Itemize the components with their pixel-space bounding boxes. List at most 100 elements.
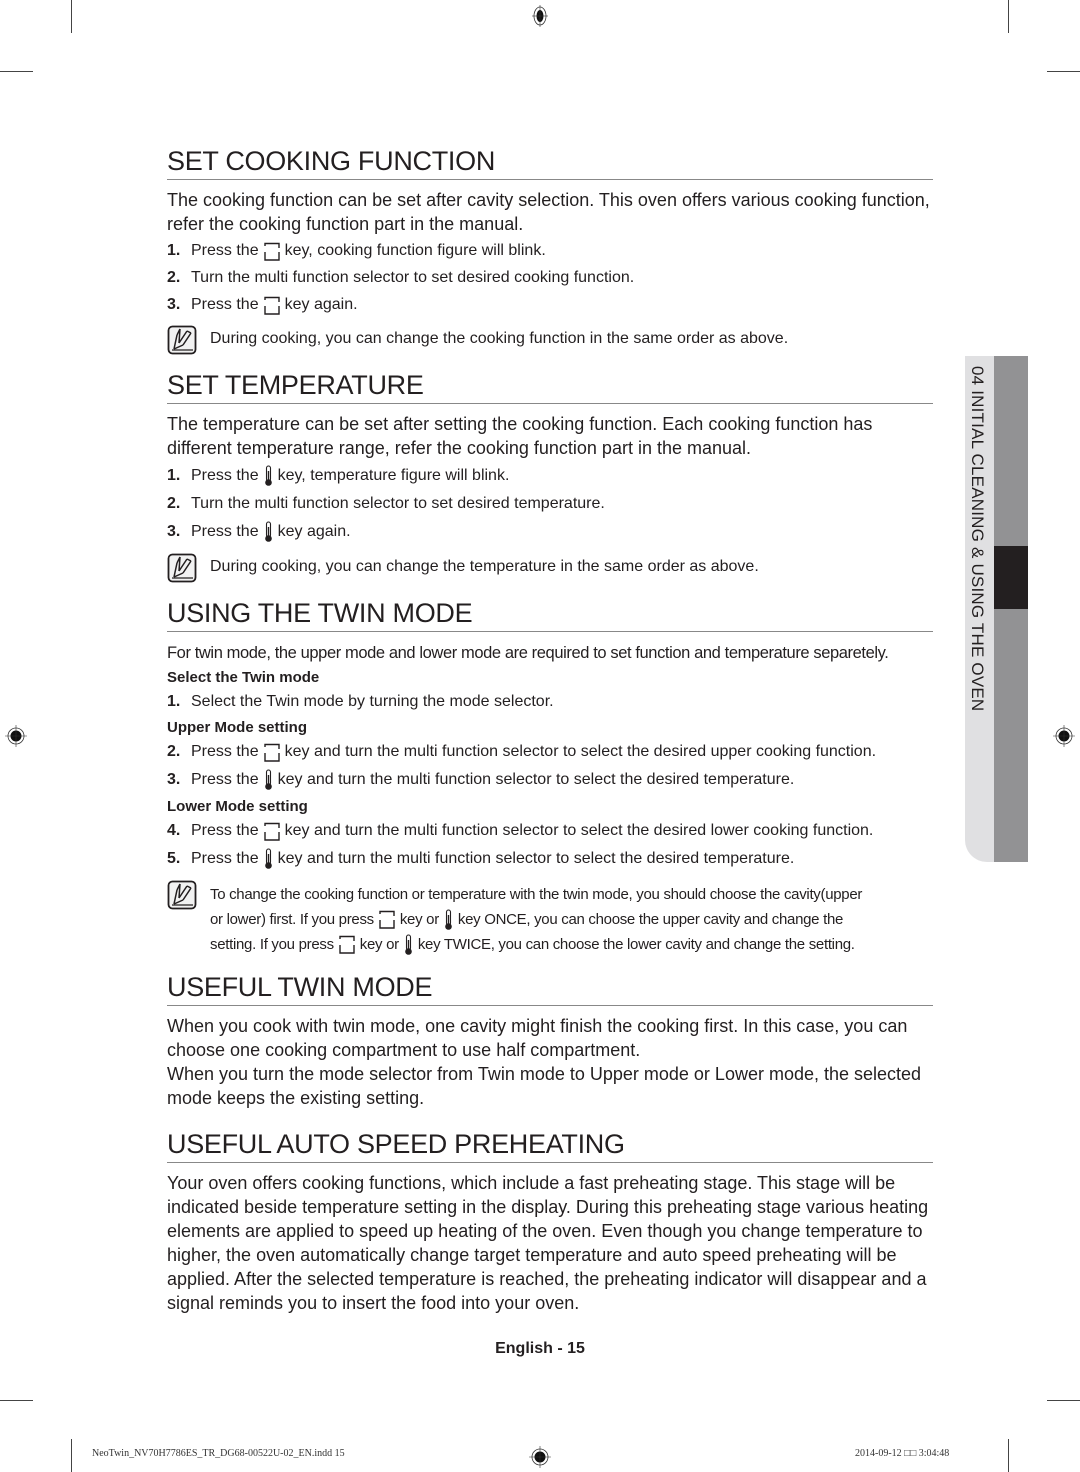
step-item: 5. Press the key and turn the multi funct… [167,848,933,870]
subheading: Select the Twin mode [167,669,320,686]
step-text: Press the [191,822,259,839]
step-text: Press the [191,242,259,259]
crop-mark [0,1400,33,1401]
step-item: 4. Press the key and turn the multi funct… [167,821,933,841]
crop-mark [0,71,33,72]
section-set-temperature: SET TEMPERATURE The temperature can be s… [167,369,933,583]
side-tab-dark-band [994,356,1028,862]
note-pencil-icon [167,880,197,910]
function-key-icon [263,743,281,762]
step-number: 5. [167,850,181,867]
note-line: or lower) first. If you press key or key O… [210,907,862,932]
function-key-icon [378,910,396,929]
step-text: key and turn the multi function selector… [277,850,795,867]
step-number: 2. [167,269,181,286]
crop-mark [1008,0,1009,33]
step-text: key again. [284,296,358,313]
step-text: key, temperature figure will blink. [277,467,510,484]
step-number: 3. [167,296,181,313]
note-text-segment: key or [359,936,399,953]
step-text: Press the [191,467,259,484]
step-number: 1. [167,467,181,484]
function-key-icon [263,242,281,261]
step-item: 2. Press the key and turn the multi funct… [167,742,933,762]
step-number: 1. [167,242,181,259]
chapter-label: 04 INITIAL CLEANING & USING THE OVEN [968,366,987,712]
registration-mark-icon [1053,725,1075,747]
note: During cooking, you can change the cooki… [167,325,933,355]
step-number: 2. [167,743,181,760]
step-text: key and turn the multi function selector… [284,822,874,839]
section-title: USEFUL AUTO SPEED PREHEATING [167,1128,933,1163]
note-text-segment: setting. If you press [210,936,334,953]
step-text: key, cooking function figure will blink. [284,242,546,259]
subheading: Lower Mode setting [167,798,308,815]
step-text: key again. [277,523,351,540]
thermometer-icon [443,908,454,931]
function-key-icon [338,935,356,954]
note-text: To change the cooking function or temper… [210,882,862,957]
section-title: SET TEMPERATURE [167,369,933,404]
subheading: Upper Mode setting [167,719,308,736]
note-text-segment: key ONCE, you can choose the upper cavit… [457,911,844,928]
side-tab-chapter-marker [994,546,1028,609]
note-text-segment: or lower) first. If you press [210,911,374,928]
section-intro: The cooking function can be set after ca… [167,190,930,234]
step-text: Turn the multi function selector to set … [191,269,635,286]
step-item: 2. Turn the multi function selector to s… [167,494,933,514]
step-item: 3. Press the key again. [167,295,933,315]
thermometer-icon [263,521,274,543]
thermometer-icon [263,769,274,791]
step-item: 2. Turn the multi function selector to s… [167,268,933,288]
section-useful-auto-speed-preheating: USEFUL AUTO SPEED PREHEATING Your oven o… [167,1128,933,1315]
registration-mark-icon [529,1446,551,1468]
step-text: Press the [191,743,259,760]
thermometer-icon [263,848,274,870]
section-title: USEFUL TWIN MODE [167,971,933,1006]
step-text: Press the [191,771,259,788]
step-number: 3. [167,771,181,788]
section-title: USING THE TWIN MODE [167,597,933,632]
crop-mark [71,0,72,33]
note-pencil-icon [167,553,197,583]
step-text: Turn the multi function selector to set … [191,495,605,512]
registration-mark-icon [532,5,548,27]
crop-mark [1047,71,1080,72]
note-text: During cooking, you can change the tempe… [210,558,759,575]
step-number: 1. [167,693,181,710]
note-text-segment: key TWICE, you can choose the lower cavi… [417,936,855,953]
note-pencil-icon [167,325,197,355]
note-text-segment: To change the cooking function or temper… [210,886,863,903]
page-number: English - 15 [495,1340,585,1357]
step-text: Select the Twin mode by turning the mode… [191,693,554,710]
note-line: To change the cooking function or temper… [210,882,862,907]
file-slug: NeoTwin_NV70H7786ES_TR_DG68-00522U-02_EN… [92,1448,345,1459]
page-content: SET COOKING FUNCTION The cooking functio… [167,145,933,1325]
section-set-cooking-function: SET COOKING FUNCTION The cooking functio… [167,145,933,355]
step-number: 2. [167,495,181,512]
step-item: 3. Press the key again. [167,521,933,543]
step-item: 1. Select the Twin mode by turning the m… [167,692,933,712]
step-text: Press the [191,296,259,313]
function-key-icon [263,822,281,841]
section-paragraph: Your oven offers cooking functions, whic… [167,1173,929,1313]
section-useful-twin-mode: USEFUL TWIN MODE When you cook with twin… [167,971,933,1110]
step-item: 1. Press the key, cooking function figure… [167,241,933,261]
section-paragraph: When you cook with twin mode, one cavity… [167,1016,908,1060]
section-using-twin-mode: USING THE TWIN MODE For twin mode, the u… [167,597,933,957]
step-number: 3. [167,523,181,540]
crop-mark [1008,1439,1009,1472]
step-item: 1. Press the key, temperature figure will… [167,465,933,487]
note: During cooking, you can change the tempe… [167,553,933,583]
section-intro: The temperature can be set after setting… [167,414,873,458]
thermometer-icon [263,465,274,487]
note-text-segment: key or [399,911,439,928]
thermometer-icon [403,933,414,956]
step-text: Press the [191,523,259,540]
section-title: SET COOKING FUNCTION [167,145,933,180]
note-line: setting. If you press key or key TWICE, yo… [210,932,862,957]
date-slug: 2014-09-12 □□ 3:04:48 [855,1448,950,1459]
note-text: During cooking, you can change the cooki… [210,330,789,347]
step-text: Press the [191,850,259,867]
crop-mark [71,1439,72,1472]
